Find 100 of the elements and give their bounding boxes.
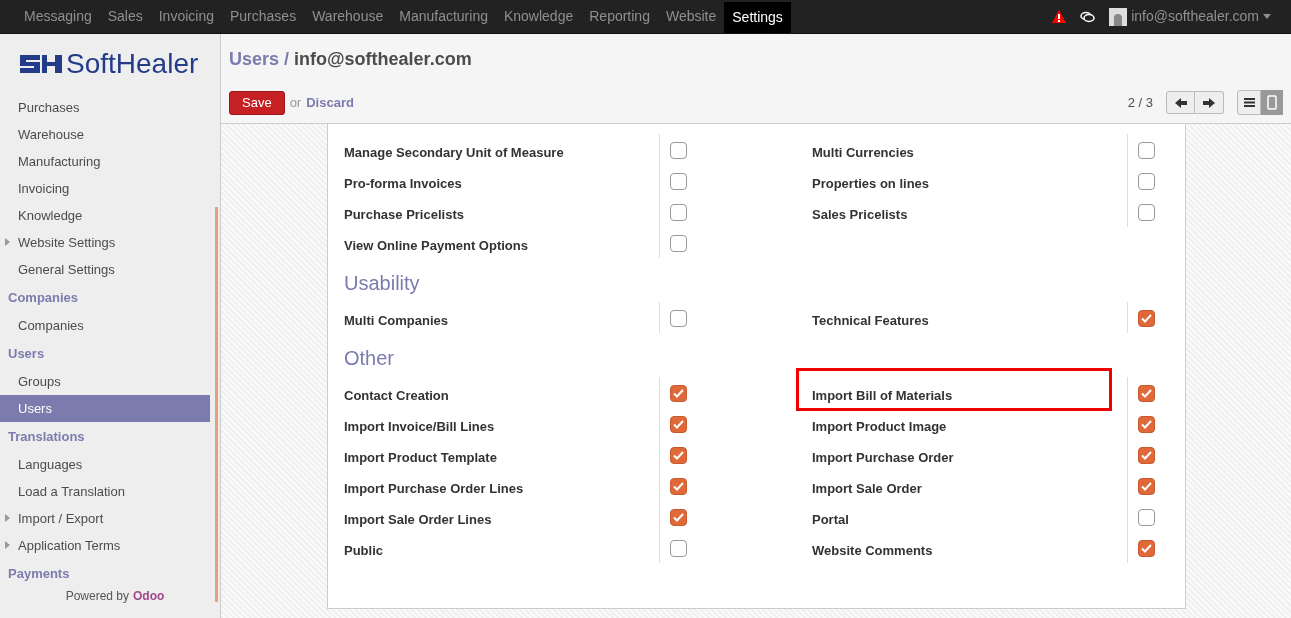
- warning-icon[interactable]: [1052, 10, 1067, 23]
- field-label: Import Bill of Materials: [812, 388, 953, 403]
- field-label: Import Sale Order Lines: [344, 512, 492, 527]
- menu-tab[interactable]: Warehouse: [304, 0, 392, 33]
- menu-tab[interactable]: Messaging: [16, 0, 100, 33]
- checkbox[interactable]: [1137, 416, 1155, 433]
- checkbox[interactable]: [669, 204, 687, 221]
- sidebar-item[interactable]: Groups: [0, 368, 210, 395]
- menu-tab[interactable]: Knowledge: [495, 0, 582, 33]
- sidebar-item[interactable]: Warehouse: [0, 121, 210, 148]
- checkmark-icon: [1140, 544, 1152, 553]
- sidebar-heading: Users: [8, 344, 45, 363]
- checkbox[interactable]: [669, 173, 687, 190]
- checkbox[interactable]: [1137, 385, 1155, 402]
- checkbox[interactable]: [1137, 478, 1155, 495]
- field-label: Technical Features: [812, 313, 929, 328]
- checkbox[interactable]: [669, 509, 687, 526]
- checkbox[interactable]: [669, 478, 687, 495]
- section-title: Other: [344, 346, 395, 371]
- sidebar-item[interactable]: Application Terms: [0, 532, 210, 559]
- field-label: Sales Pricelists: [812, 207, 908, 222]
- sidebar-item[interactable]: Invoicing: [0, 175, 210, 202]
- breadcrumb-current: info@softhealer.com: [294, 48, 472, 71]
- list-icon: [1243, 98, 1255, 107]
- field-label: Website Comments: [812, 543, 933, 558]
- checkbox[interactable]: [669, 540, 687, 557]
- arrow-right-icon: [1203, 97, 1215, 108]
- field-label: Import Product Template: [344, 450, 497, 465]
- field-label: Contact Creation: [344, 388, 449, 403]
- checkmark-icon: [1140, 482, 1152, 491]
- checkmark-icon: [672, 513, 684, 522]
- sidebar-item[interactable]: Manufacturing: [0, 148, 210, 175]
- user-email: info@softhealer.com: [1131, 7, 1259, 26]
- checkbox[interactable]: [1137, 204, 1155, 221]
- sidebar-item[interactable]: Knowledge: [0, 202, 210, 229]
- field-label: Import Product Image: [812, 419, 947, 434]
- checkmark-icon: [1140, 314, 1152, 323]
- list-view-button[interactable]: [1237, 90, 1261, 115]
- field-label: Multi Currencies: [812, 145, 914, 160]
- sidebar-item[interactable]: Import / Export: [0, 505, 210, 532]
- sidebar-item[interactable]: Website Settings: [0, 229, 210, 256]
- sidebar-item[interactable]: General Settings: [0, 256, 210, 283]
- checkbox[interactable]: [669, 310, 687, 327]
- next-button[interactable]: [1195, 91, 1224, 114]
- menu-tab[interactable]: Invoicing: [150, 0, 222, 33]
- menu-tab[interactable]: Settings: [724, 2, 791, 33]
- menu-tab[interactable]: Sales: [99, 0, 151, 33]
- field-label: Portal: [812, 512, 849, 527]
- field-label: Import Sale Order: [812, 481, 922, 496]
- menu-tab[interactable]: Manufacturing: [391, 0, 496, 33]
- form-icon: [1267, 95, 1277, 110]
- chat-icon[interactable]: [1080, 10, 1096, 23]
- checkbox[interactable]: [1137, 142, 1155, 159]
- powered-by-text: Powered by: [65, 589, 129, 603]
- sidebar-heading: Payments: [8, 564, 70, 583]
- checkbox[interactable]: [1137, 447, 1155, 464]
- caret-icon: [1263, 14, 1271, 19]
- menu-tab[interactable]: Reporting: [581, 0, 658, 33]
- sidebar-heading: Companies: [8, 288, 79, 307]
- checkbox[interactable]: [1137, 540, 1155, 557]
- sidebar-heading: Translations: [8, 427, 85, 446]
- checkmark-icon: [672, 389, 684, 398]
- field-label: Multi Companies: [344, 313, 448, 328]
- sidebar-item[interactable]: Load a Translation: [0, 478, 210, 505]
- sidebar-item[interactable]: Companies: [0, 312, 210, 339]
- checkbox[interactable]: [669, 142, 687, 159]
- checkmark-icon: [672, 420, 684, 429]
- breadcrumb-separator: /: [284, 48, 290, 71]
- section-title: Usability: [344, 271, 420, 296]
- odoo-link[interactable]: Odoo: [133, 589, 165, 603]
- save-button[interactable]: Save: [229, 90, 285, 115]
- menu-tab[interactable]: Website: [657, 0, 725, 33]
- breadcrumb-link[interactable]: Users: [229, 46, 280, 73]
- sidebar-item[interactable]: Users: [0, 395, 210, 422]
- checkmark-icon: [1140, 420, 1152, 429]
- user-menu[interactable]: info@softhealer.com: [1109, 6, 1271, 27]
- field-label: Pro-forma Invoices: [344, 176, 462, 191]
- discard-link[interactable]: Discard: [306, 92, 354, 113]
- arrow-left-icon: [1174, 97, 1187, 108]
- field-label: Public: [344, 543, 383, 558]
- sidebar-item[interactable]: Languages: [0, 451, 210, 478]
- pager-text: 2 / 3: [1127, 93, 1153, 112]
- checkmark-icon: [1140, 451, 1152, 460]
- checkbox[interactable]: [669, 447, 687, 464]
- or-text: or: [289, 93, 302, 112]
- checkbox[interactable]: [1137, 310, 1155, 327]
- checkbox[interactable]: [669, 385, 687, 402]
- checkbox[interactable]: [1137, 173, 1155, 190]
- checkbox[interactable]: [1137, 509, 1155, 526]
- menu-tab[interactable]: Purchases: [222, 0, 305, 33]
- previous-button[interactable]: [1166, 91, 1195, 114]
- checkbox[interactable]: [669, 416, 687, 433]
- field-label: Properties on lines: [812, 176, 930, 191]
- checkbox[interactable]: [669, 235, 687, 252]
- checkmark-icon: [1140, 389, 1152, 398]
- logo-text: SoftHealer: [66, 50, 199, 78]
- sidebar-item[interactable]: Purchases: [0, 94, 210, 121]
- field-label: Import Invoice/Bill Lines: [344, 419, 495, 434]
- checkmark-icon: [672, 482, 684, 491]
- field-label: Manage Secondary Unit of Measure: [344, 145, 564, 160]
